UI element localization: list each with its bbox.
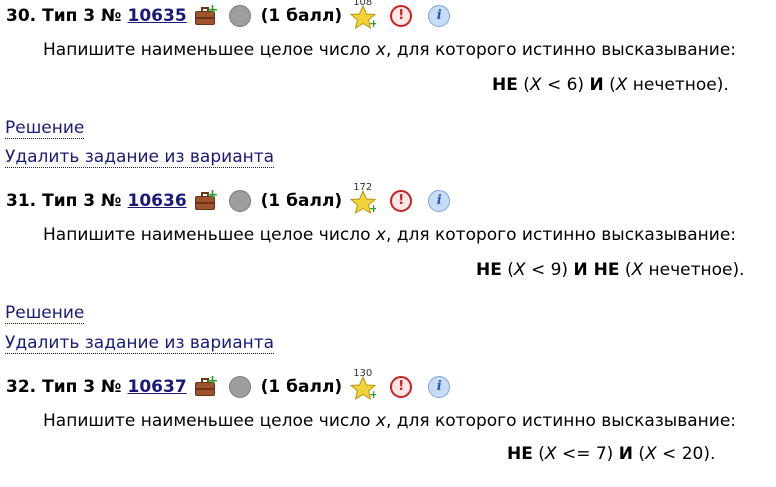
remove-task-link[interactable]: Удалить задание из варианта (5, 148, 275, 168)
star-icon[interactable]: + 108 (350, 0, 377, 29)
problem-header: 30. Тип 3 № 10635 + (1 балл) + 108 ! i (6, 0, 451, 29)
briefcase-plus-icon[interactable]: + (194, 188, 218, 211)
formula-text: нечетное). (643, 260, 745, 280)
problem-id-link[interactable]: 10637 (128, 377, 187, 397)
formula-keyword: И (589, 75, 604, 95)
formula-text: ( (619, 260, 632, 280)
remove-task-link[interactable]: Удалить задание из варианта (5, 334, 275, 354)
problem-number: 32. (6, 377, 37, 397)
problem-text: Напишите наименьшее целое число x, для к… (43, 40, 737, 60)
problem-type-label: Тип 3 № (42, 377, 122, 397)
problem-score: (1 балл) (260, 6, 343, 26)
problem-formula: НЕ (X <= 7) И (X < 20). (507, 444, 715, 464)
formula-text: < 6) (541, 75, 590, 95)
formula-text: ( (501, 260, 514, 280)
problem-type-label: Тип 3 № (42, 6, 122, 26)
problem-number: 30. (6, 6, 37, 26)
problem-formula: НЕ (X < 6) И (X нечетное). (492, 75, 729, 95)
info-icon[interactable]: i (428, 5, 451, 27)
svg-text:+: + (369, 202, 376, 214)
formula-text: < 20). (656, 444, 716, 464)
formula-keyword: НЕ (507, 444, 533, 464)
briefcase-plus-icon[interactable]: + (194, 374, 218, 397)
formula-variable: X (631, 260, 644, 280)
solution-link[interactable]: Решение (5, 304, 85, 324)
problem-text: Напишите наименьшее целое число x, для к… (43, 411, 737, 431)
status-circle-icon[interactable] (228, 376, 251, 398)
star-icon[interactable]: + 172 (350, 182, 377, 214)
problem-type-label: Тип 3 № (42, 191, 122, 211)
formula-text: нечетное). (627, 75, 729, 95)
problem-id-link[interactable]: 10635 (128, 6, 187, 26)
status-circle-icon[interactable] (228, 190, 251, 212)
info-icon[interactable]: i (428, 376, 451, 398)
alert-icon[interactable]: ! (390, 376, 413, 398)
formula-variable: X (529, 75, 542, 95)
formula-text: ( (632, 444, 645, 464)
formula-variable: X (615, 75, 628, 95)
problem-score: (1 балл) (260, 377, 343, 397)
svg-text:+: + (369, 17, 376, 29)
alert-icon[interactable]: ! (390, 5, 413, 27)
info-icon[interactable]: i (428, 190, 451, 212)
star-count: 130 (353, 368, 373, 379)
star-icon[interactable]: + 130 (350, 368, 377, 400)
problem-text: Напишите наименьшее целое число x, для к… (43, 225, 737, 245)
briefcase-plus-icon[interactable]: + (194, 3, 218, 26)
solution-link[interactable]: Решение (5, 119, 85, 139)
formula-variable: X (513, 260, 526, 280)
formula-keyword: НЕ (492, 75, 518, 95)
problem-formula: НЕ (X < 9) И НЕ (X нечетное). (476, 260, 745, 280)
star-count: 172 (353, 182, 373, 193)
problem-number: 31. (6, 191, 37, 211)
svg-text:+: + (369, 388, 376, 400)
problem-header: 31. Тип 3 № 10636 + (1 балл) + 172 ! i (6, 182, 451, 214)
formula-keyword: И (618, 444, 633, 464)
formula-keyword: НЕ (476, 260, 502, 280)
problem-score: (1 балл) (260, 191, 343, 211)
problem-header: 32. Тип 3 № 10637 + (1 балл) + 130 ! i (6, 368, 451, 400)
formula-text: ( (603, 75, 616, 95)
formula-text: < 9) (525, 260, 574, 280)
formula-variable: X (544, 444, 557, 464)
status-circle-icon[interactable] (228, 5, 251, 27)
formula-text: ( (532, 444, 545, 464)
formula-keyword: И НЕ (573, 260, 620, 280)
problem-id-link[interactable]: 10636 (128, 191, 187, 211)
star-count: 108 (353, 0, 373, 8)
alert-icon[interactable]: ! (390, 190, 413, 212)
formula-text: <= 7) (556, 444, 619, 464)
formula-variable: X (644, 444, 657, 464)
formula-text: ( (517, 75, 530, 95)
